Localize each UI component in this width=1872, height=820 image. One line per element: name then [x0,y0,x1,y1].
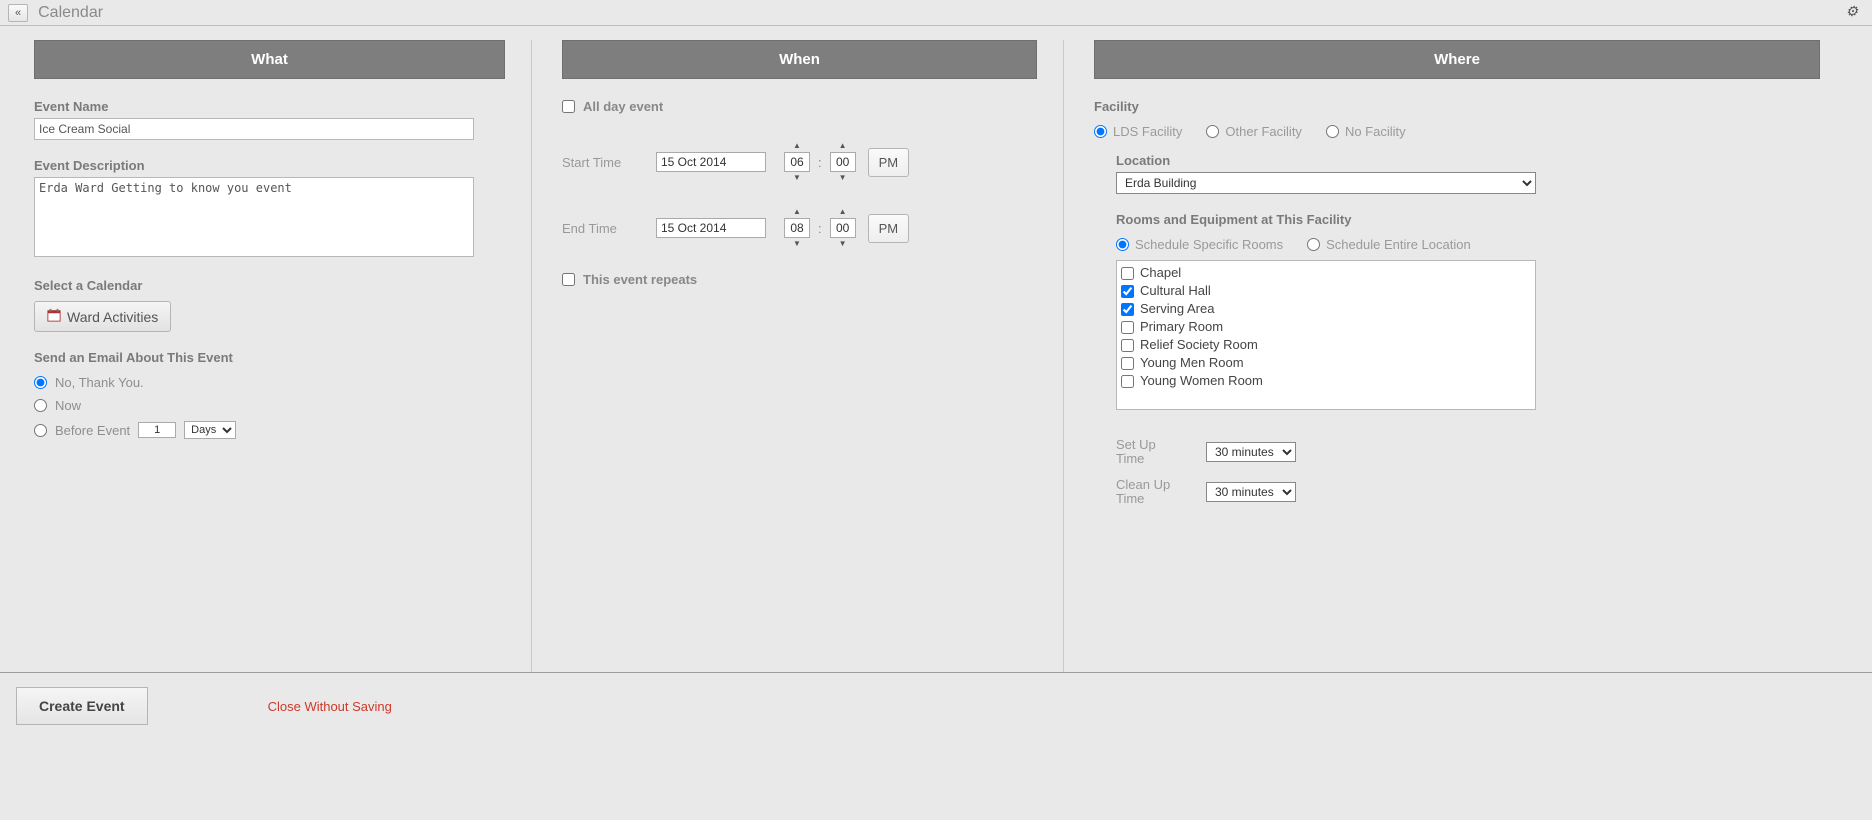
back-button[interactable]: « [8,4,28,22]
end-min-up[interactable]: ▲ [835,206,851,218]
end-hour-up[interactable]: ▲ [789,206,805,218]
room-checkbox[interactable] [1121,321,1134,334]
room-name: Chapel [1140,264,1181,282]
schedule-radio-specific[interactable] [1116,238,1129,251]
rooms-listbox[interactable]: ChapelCultural HallServing AreaPrimary R… [1116,260,1536,410]
room-checkbox[interactable] [1121,339,1134,352]
time-colon: : [816,155,824,170]
all-day-checkbox[interactable] [562,100,575,113]
event-name-input[interactable] [34,118,474,140]
calendar-icon [47,308,61,325]
start-date-input[interactable] [656,152,766,172]
start-ampm-button[interactable]: PM [868,148,910,177]
start-time-label: Start Time [562,155,638,170]
end-min-down[interactable]: ▼ [835,238,851,250]
calendar-name: Ward Activities [67,309,158,325]
create-event-button[interactable]: Create Event [16,687,148,725]
email-before-label: Before Event [55,423,130,438]
room-name: Serving Area [1140,300,1214,318]
footer: Create Event Close Without Saving [0,672,1872,739]
facility-radio-lds[interactable] [1094,125,1107,138]
cleanup-time-select[interactable]: 30 minutes [1206,482,1296,502]
start-hour-down[interactable]: ▼ [789,172,805,184]
email-no-label: No, Thank You. [55,375,144,390]
schedule-specific-label: Schedule Specific Rooms [1135,237,1283,252]
event-desc-label: Event Description [34,158,505,173]
facility-label: Facility [1094,99,1820,114]
end-hour-down[interactable]: ▼ [789,238,805,250]
select-calendar-label: Select a Calendar [34,278,505,293]
location-select[interactable]: Erda Building [1116,172,1536,194]
room-checkbox[interactable] [1121,267,1134,280]
start-min-up[interactable]: ▲ [835,140,851,152]
close-without-saving-link[interactable]: Close Without Saving [268,699,392,714]
page-title: Calendar [38,4,103,22]
facility-radio-other[interactable] [1206,125,1219,138]
end-date-input[interactable] [656,218,766,238]
room-row[interactable]: Chapel [1121,264,1531,282]
room-row[interactable]: Young Women Room [1121,372,1531,390]
email-radio-now[interactable] [34,399,47,412]
location-label: Location [1116,153,1820,168]
end-ampm-button[interactable]: PM [868,214,910,243]
cleanup-time-label: Clean Up Time [1116,478,1186,506]
schedule-radio-entire[interactable] [1307,238,1320,251]
room-name: Cultural Hall [1140,282,1211,300]
email-radio-no[interactable] [34,376,47,389]
facility-radio-none[interactable] [1326,125,1339,138]
topbar: « Calendar ⚙ [0,0,1872,26]
send-email-label: Send an Email About This Event [34,350,505,365]
room-name: Primary Room [1140,318,1223,336]
email-radio-before[interactable] [34,424,47,437]
what-header: What [34,40,505,79]
schedule-entire-label: Schedule Entire Location [1326,237,1471,252]
setup-time-select[interactable]: 30 minutes [1206,442,1296,462]
when-column: When All day event Start Time ▲ ▼ : ▲ [532,40,1064,672]
room-row[interactable]: Young Men Room [1121,354,1531,372]
end-hour-input[interactable] [784,218,810,238]
where-header: Where [1094,40,1820,79]
room-row[interactable]: Relief Society Room [1121,336,1531,354]
settings-icon[interactable]: ⚙ [1845,4,1864,21]
start-hour-up[interactable]: ▲ [789,140,805,152]
facility-none-label: No Facility [1345,124,1406,139]
email-before-count[interactable] [138,422,176,438]
end-min-input[interactable] [830,218,856,238]
room-checkbox[interactable] [1121,375,1134,388]
calendar-chip[interactable]: Ward Activities [34,301,171,332]
start-min-down[interactable]: ▼ [835,172,851,184]
when-header: When [562,40,1037,79]
room-checkbox[interactable] [1121,285,1134,298]
time-colon: : [816,221,824,236]
rooms-label: Rooms and Equipment at This Facility [1116,212,1820,227]
room-row[interactable]: Primary Room [1121,318,1531,336]
room-name: Young Women Room [1140,372,1263,390]
room-name: Relief Society Room [1140,336,1258,354]
what-column: What Event Name Event Description Select… [34,40,532,672]
email-before-unit-select[interactable]: Days [184,421,236,439]
start-min-input[interactable] [830,152,856,172]
all-day-label: All day event [583,99,663,114]
start-hour-input[interactable] [784,152,810,172]
end-time-label: End Time [562,221,638,236]
facility-lds-label: LDS Facility [1113,124,1182,139]
room-checkbox[interactable] [1121,303,1134,316]
email-now-label: Now [55,398,81,413]
repeats-checkbox[interactable] [562,273,575,286]
main-content: What Event Name Event Description Select… [0,26,1872,672]
facility-other-label: Other Facility [1225,124,1302,139]
room-name: Young Men Room [1140,354,1244,372]
setup-time-label: Set Up Time [1116,438,1186,466]
room-checkbox[interactable] [1121,357,1134,370]
event-name-label: Event Name [34,99,505,114]
where-column: Where Facility LDS Facility Other Facili… [1064,40,1838,672]
room-row[interactable]: Serving Area [1121,300,1531,318]
room-row[interactable]: Cultural Hall [1121,282,1531,300]
repeats-label: This event repeats [583,272,697,287]
event-desc-textarea[interactable] [34,177,474,257]
